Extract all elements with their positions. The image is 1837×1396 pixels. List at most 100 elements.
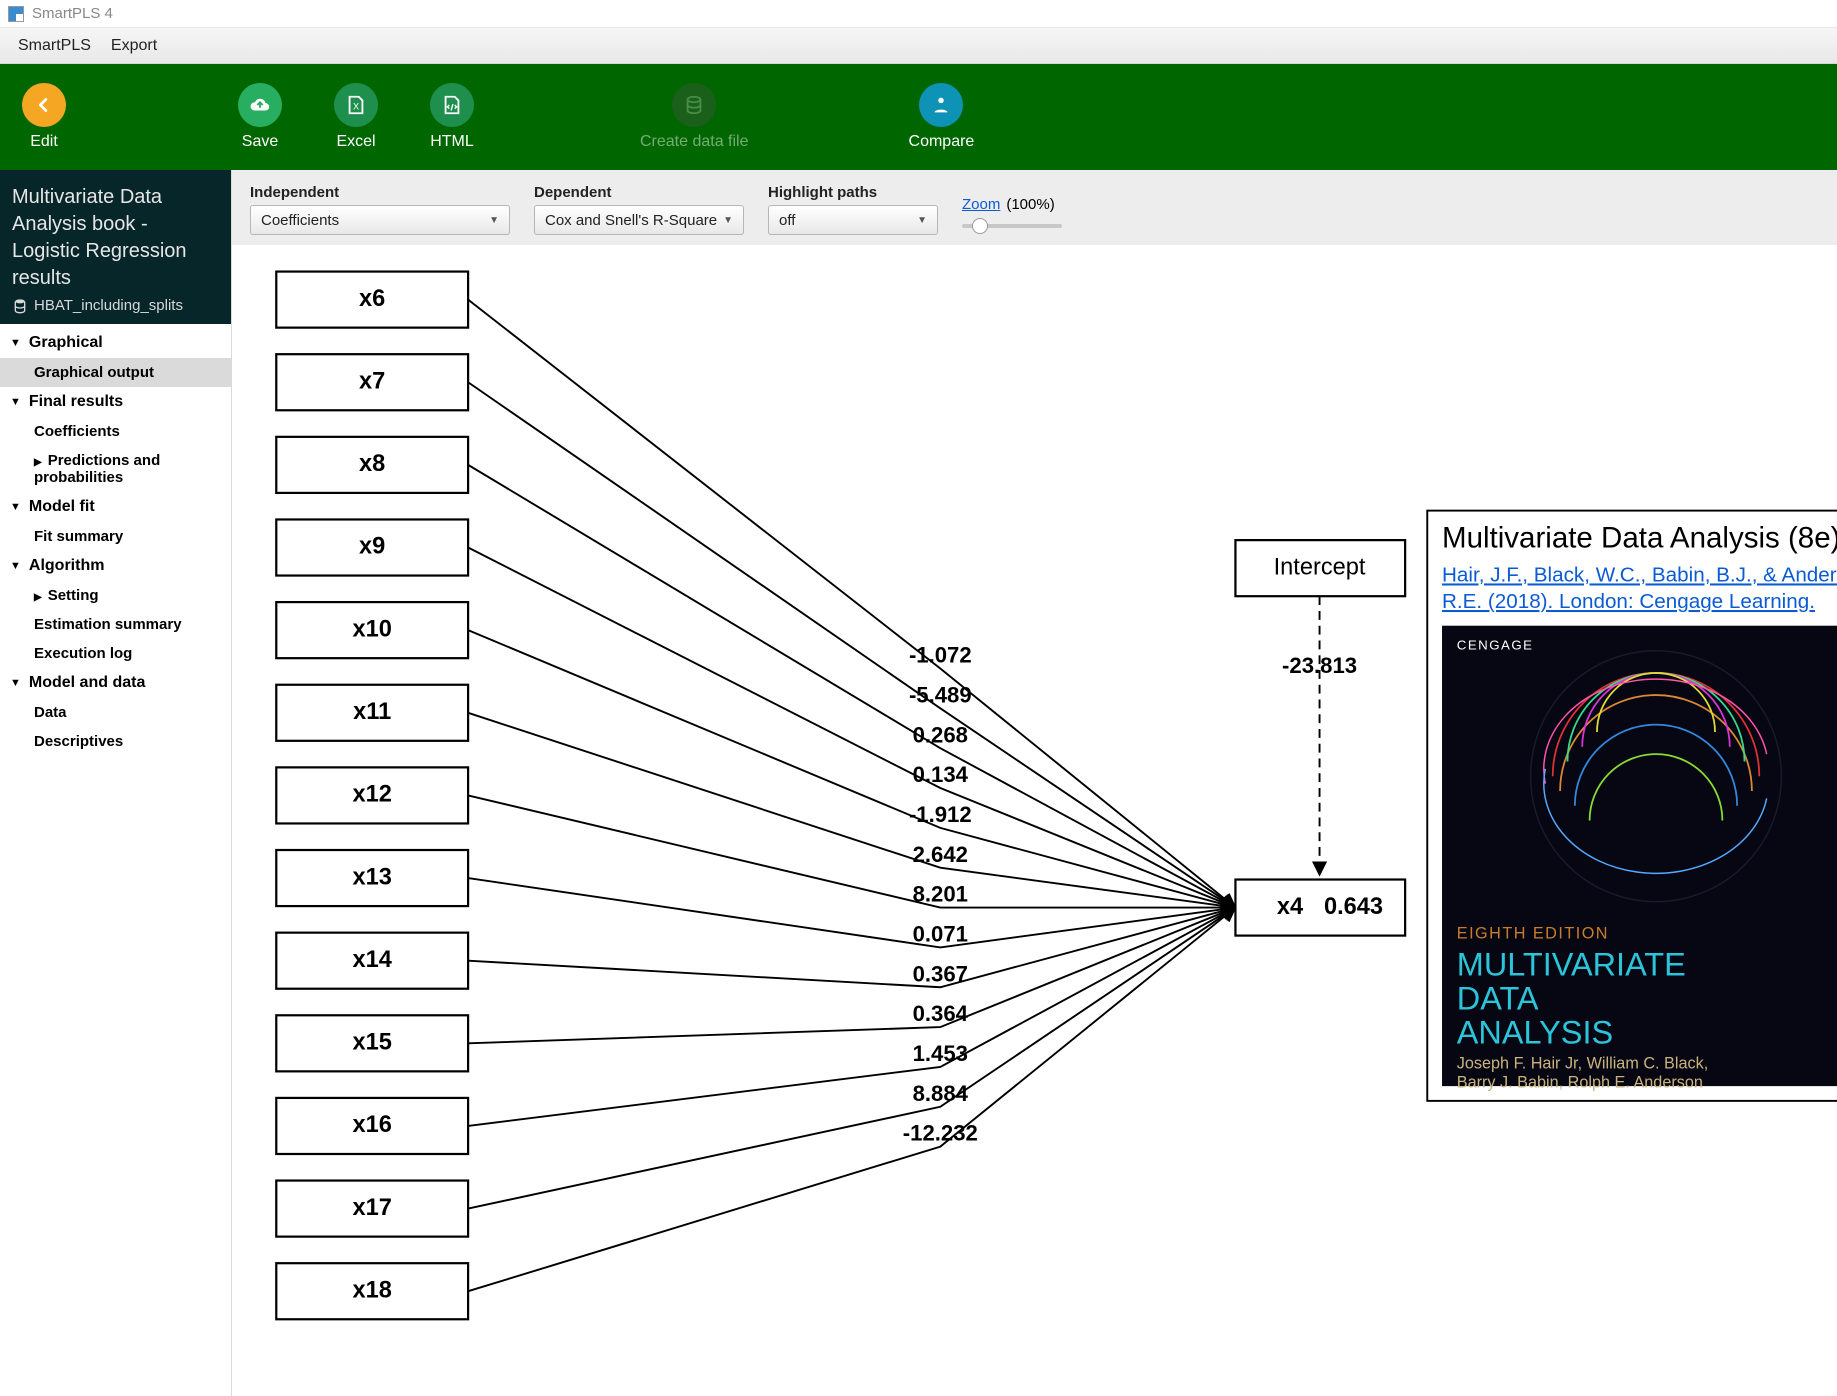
edge-x14 <box>468 908 1235 988</box>
book-title-1: MULTIVARIATE <box>1457 946 1686 982</box>
book-authors-2: Barry J. Babin, Rolph E. Anderson <box>1457 1074 1703 1092</box>
tree-section-graphical[interactable]: Graphical <box>0 328 231 358</box>
edit-button[interactable]: Edit <box>16 83 72 151</box>
svg-text:R.E. (2018). London: Cengage: R.E. (2018). London: Cengage Learning. <box>1442 590 1815 613</box>
menu-bar: SmartPLS Export <box>0 28 1837 64</box>
svg-text:X: X <box>353 102 359 112</box>
info-title: Multivariate Data Analysis (8e) <box>1442 522 1837 555</box>
book-edition: EIGHTH EDITION <box>1457 925 1609 943</box>
edge-x8 <box>468 465 1235 908</box>
coeff-x7: -5.489 <box>909 682 972 707</box>
book-authors-1: Joseph F. Hair Jr, William C. Black, <box>1457 1054 1708 1072</box>
tree-item-data[interactable]: Data <box>0 698 231 727</box>
node-x10-label: x10 <box>352 616 391 642</box>
highlight-label: Highlight paths <box>768 184 938 201</box>
compare-icon <box>919 83 963 127</box>
dependent-select[interactable]: Cox and Snell's R-Square <box>534 205 744 235</box>
html-button[interactable]: HTML <box>424 83 480 151</box>
coeff-x15: 0.364 <box>913 1001 969 1026</box>
create-data-label: Create data file <box>640 133 749 151</box>
compare-label: Compare <box>909 133 975 151</box>
html-label: HTML <box>430 133 474 151</box>
coeff-x13: 0.071 <box>913 922 968 947</box>
zoom-link[interactable]: Zoom <box>962 196 1000 213</box>
tree-section-modelfit[interactable]: Model fit <box>0 492 231 522</box>
node-x12-label: x12 <box>352 782 391 808</box>
edge-x7 <box>468 382 1235 907</box>
book-title-3: ANALYSIS <box>1457 1014 1613 1050</box>
book-title-2: DATA <box>1457 980 1539 1016</box>
edge-x10 <box>468 630 1235 907</box>
tree-item-descriptives[interactable]: Descriptives <box>0 727 231 756</box>
tree: Graphical Graphical output Final results… <box>0 324 231 756</box>
database-icon <box>672 83 716 127</box>
window-title: SmartPLS 4 <box>32 5 113 22</box>
main-area: Independent Coefficients Dependent Cox a… <box>232 170 1837 1396</box>
compare-button[interactable]: Compare <box>909 83 975 151</box>
node-dependent-r2: 0.643 <box>1324 894 1383 920</box>
edge-x13 <box>468 878 1235 947</box>
coeff-x9: 0.134 <box>913 762 969 787</box>
excel-button[interactable]: X Excel <box>328 83 384 151</box>
tree-section-modeldata[interactable]: Model and data <box>0 668 231 698</box>
node-x14-label: x14 <box>352 947 391 973</box>
node-dependent-name: x4 <box>1277 894 1303 920</box>
app-icon <box>8 6 24 22</box>
coeff-x10: -1.912 <box>909 802 972 827</box>
cloud-upload-icon <box>238 83 282 127</box>
sidebar-title: Multivariate Data Analysis book - Logist… <box>12 184 219 292</box>
tree-item-estimation[interactable]: Estimation summary <box>0 610 231 639</box>
tree-section-final[interactable]: Final results <box>0 387 231 417</box>
independent-select[interactable]: Coefficients <box>250 205 510 235</box>
edge-x16 <box>468 908 1235 1126</box>
node-x9-label: x9 <box>359 534 385 560</box>
highlight-select[interactable]: off <box>768 205 938 235</box>
tree-item-coefficients[interactable]: Coefficients <box>0 417 231 446</box>
tree-section-algorithm[interactable]: Algorithm <box>0 551 231 581</box>
tree-item-fitsummary[interactable]: Fit summary <box>0 522 231 551</box>
controls-bar: Independent Coefficients Dependent Cox a… <box>232 170 1837 245</box>
menu-export[interactable]: Export <box>111 37 157 55</box>
info-card: Multivariate Data Analysis (8e) Hair, J.… <box>1427 511 1837 1101</box>
excel-label: Excel <box>336 133 375 151</box>
zoom-pct: (100%) <box>1006 196 1054 213</box>
edge-x18 <box>468 908 1235 1292</box>
coeff-x12: 8.201 <box>913 882 968 907</box>
create-data-button[interactable]: Create data file <box>640 83 749 151</box>
toolbar: Edit Save X Excel HTML Create data file <box>0 64 1837 170</box>
edge-x12 <box>468 795 1235 907</box>
tree-item-predictions[interactable]: Predictions and probabilities <box>0 446 231 492</box>
sidebar-header: Multivariate Data Analysis book - Logist… <box>0 170 231 324</box>
intercept-value: -23.813 <box>1282 653 1357 678</box>
node-x8-label: x8 <box>359 451 385 477</box>
save-button[interactable]: Save <box>232 83 288 151</box>
coeff-x6: -1.072 <box>909 643 972 668</box>
database-icon <box>12 298 28 314</box>
edge-x17 <box>468 908 1235 1209</box>
tree-item-execlog[interactable]: Execution log <box>0 639 231 668</box>
diagram-canvas[interactable]: x6x7x8x9x10x11x12x13x14x15x16x17x18 -1.0… <box>232 245 1837 1396</box>
tree-item-setting[interactable]: Setting <box>0 581 231 610</box>
menu-smartpls[interactable]: SmartPLS <box>18 37 91 55</box>
back-arrow-icon <box>22 83 66 127</box>
node-x13-label: x13 <box>352 864 391 890</box>
node-x11-label: x11 <box>353 699 391 725</box>
edge-x15 <box>468 908 1235 1044</box>
coeff-x16: 1.453 <box>913 1041 968 1066</box>
node-x7-label: x7 <box>359 368 385 394</box>
coeff-x8: 0.268 <box>913 722 968 747</box>
edit-label: Edit <box>30 133 58 151</box>
node-x16-label: x16 <box>352 1112 391 1138</box>
node-x18-label: x18 <box>352 1277 391 1303</box>
node-intercept-label: Intercept <box>1274 554 1366 580</box>
independent-label: Independent <box>250 184 510 201</box>
zoom-slider[interactable] <box>962 217 1062 235</box>
sidebar: Multivariate Data Analysis book - Logist… <box>0 170 232 1396</box>
title-bar: SmartPLS 4 <box>0 0 1837 28</box>
node-x17-label: x17 <box>352 1195 391 1221</box>
dependent-label: Dependent <box>534 184 744 201</box>
edge-x9 <box>468 548 1235 908</box>
node-x6-label: x6 <box>359 286 385 312</box>
coeff-x18: -12.232 <box>903 1121 978 1146</box>
tree-item-graphical-output[interactable]: Graphical output <box>0 358 231 387</box>
